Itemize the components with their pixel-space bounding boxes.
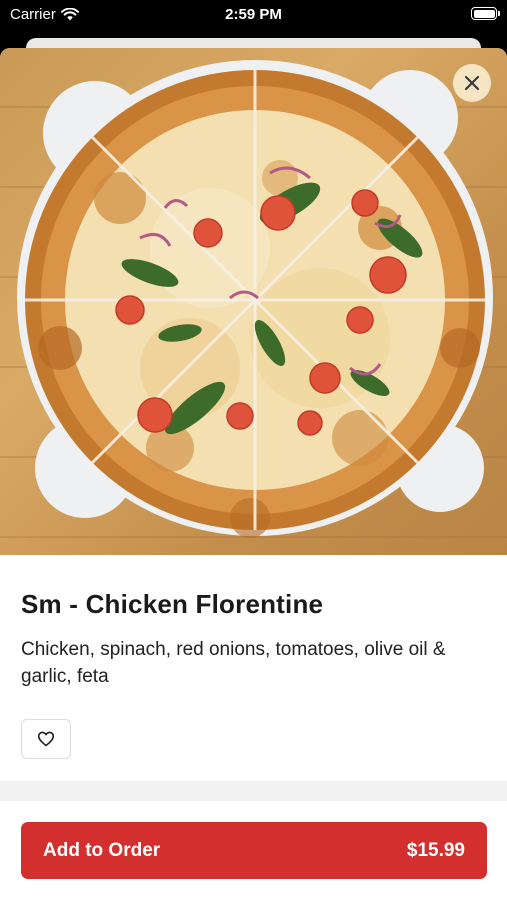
item-detail-sheet: Sm - Chicken Florentine Chicken, spinach…: [0, 48, 507, 900]
order-footer: Add to Order $15.99: [0, 801, 507, 900]
status-bar: Carrier 2:59 PM: [0, 0, 507, 30]
item-title: Sm - Chicken Florentine: [21, 589, 324, 619]
battery-icon: [471, 7, 500, 20]
item-price: $15.99: [406, 839, 465, 861]
close-button[interactable]: [453, 64, 491, 102]
item-description: Chicken, spinach, red onions, tomatoes, …: [21, 639, 446, 687]
add-to-order-label: Add to Order: [43, 839, 161, 861]
item-info: Sm - Chicken Florentine Chicken, spinach…: [0, 555, 507, 781]
close-icon: [464, 75, 480, 91]
pizza-image: [17, 60, 493, 538]
section-divider: [0, 781, 507, 801]
status-time: 2:59 PM: [225, 6, 282, 23]
heart-icon: [37, 731, 55, 747]
favorite-button[interactable]: [21, 719, 71, 759]
add-to-order-button[interactable]: Add to Order $15.99: [21, 822, 487, 879]
item-photo: [0, 48, 507, 555]
